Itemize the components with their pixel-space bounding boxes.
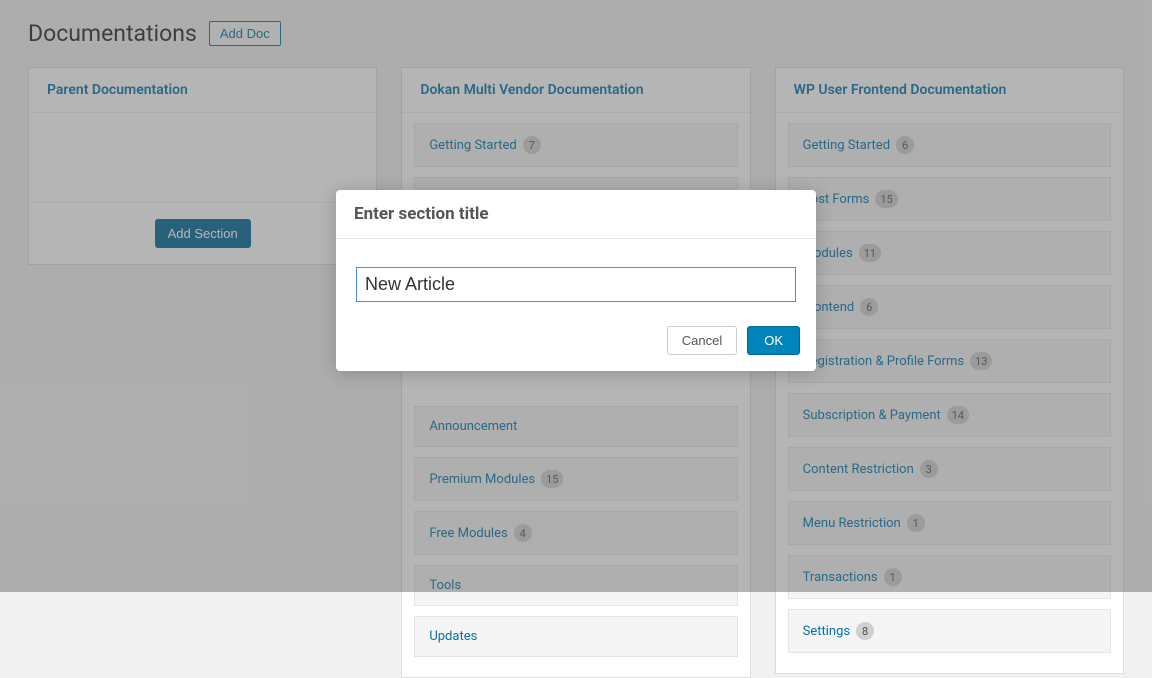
modal-title: Enter section title: [354, 204, 798, 224]
count-badge: 8: [856, 622, 874, 640]
modal-header: Enter section title: [336, 190, 816, 239]
section-title-input[interactable]: [356, 267, 796, 302]
section-title-modal: Enter section title Cancel OK: [336, 190, 816, 371]
cancel-button[interactable]: Cancel: [667, 326, 737, 355]
modal-footer: Cancel OK: [336, 326, 816, 371]
section-item[interactable]: Updates: [414, 616, 737, 657]
ok-button[interactable]: OK: [747, 326, 800, 355]
section-item[interactable]: Settings 8: [788, 609, 1111, 653]
modal-body: [336, 239, 816, 326]
section-label: Updates: [429, 629, 477, 644]
section-label: Settings: [803, 624, 850, 639]
